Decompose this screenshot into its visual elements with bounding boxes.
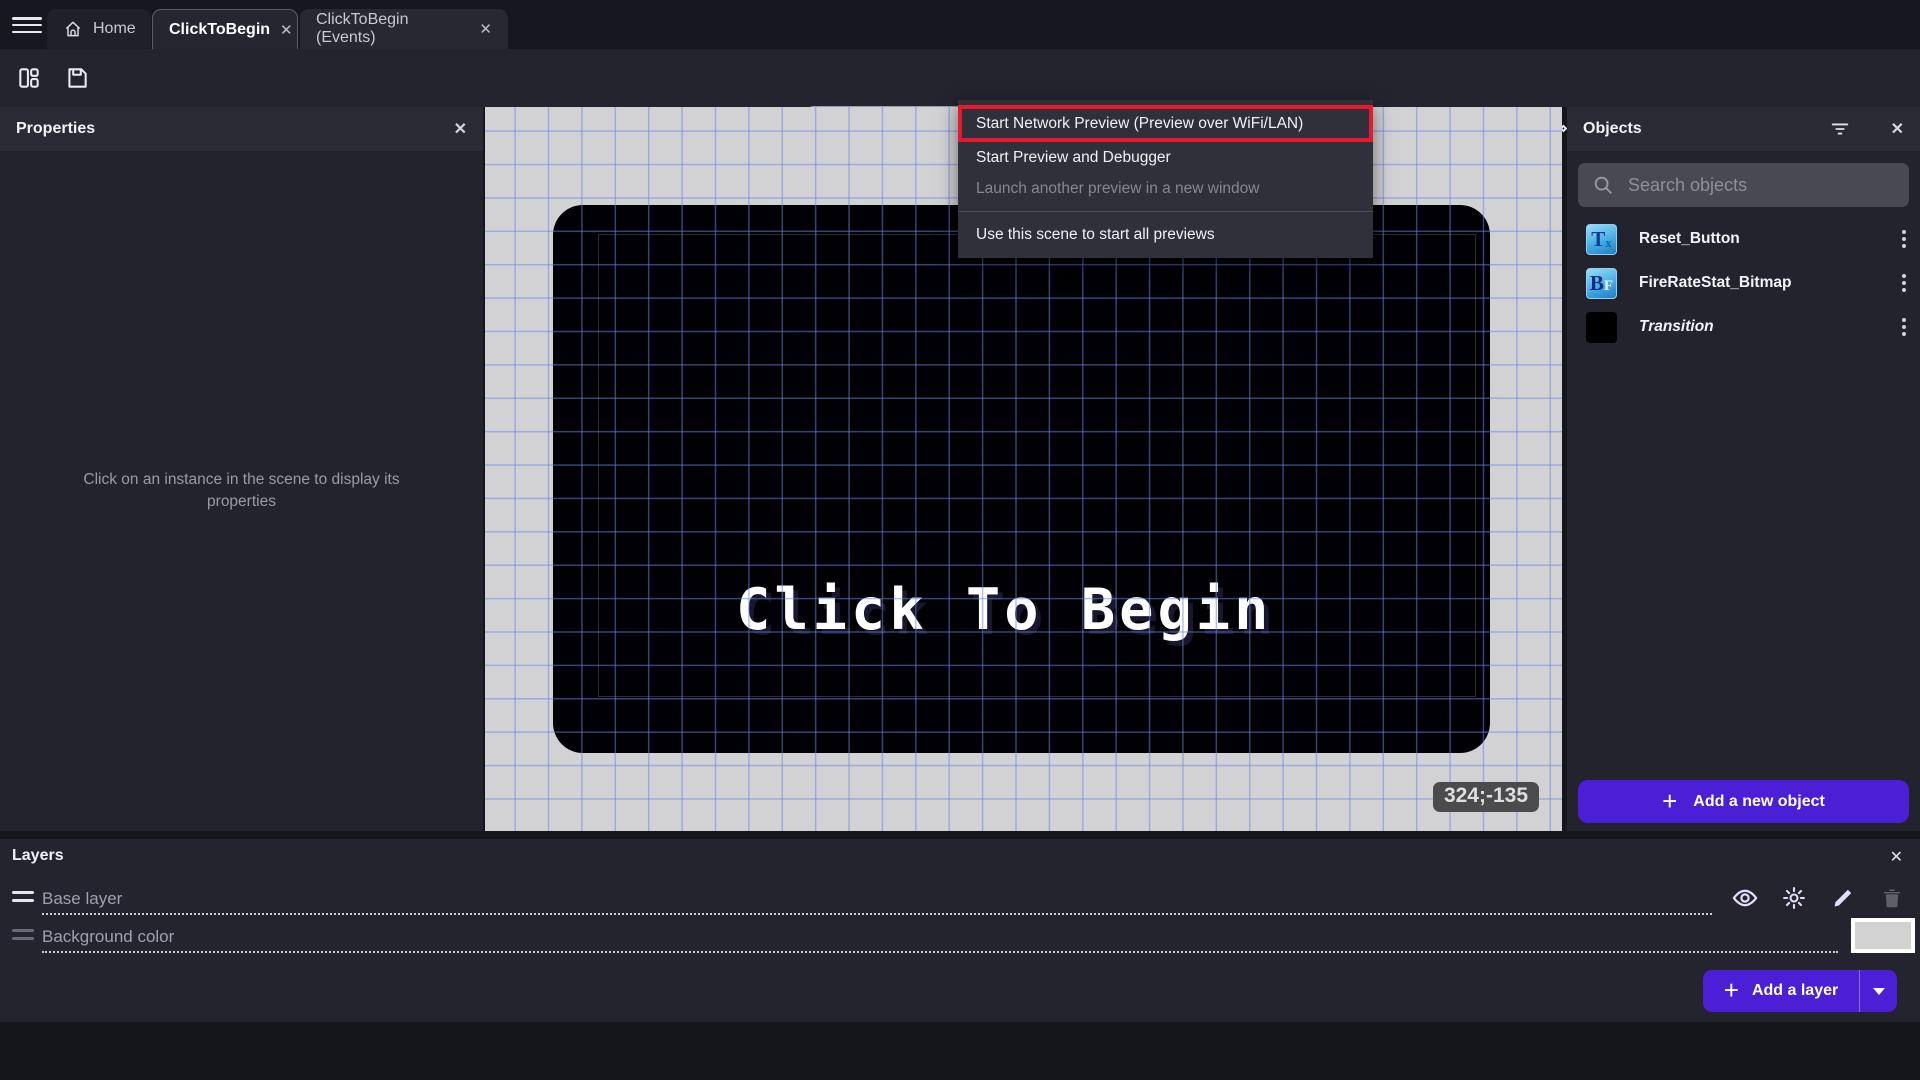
background-color-label[interactable]: Background color <box>42 927 174 947</box>
kebab-menu-icon[interactable] <box>1902 318 1906 336</box>
object-row-transition[interactable]: Transition <box>1567 305 1920 349</box>
add-new-object-button[interactable]: + Add a new object <box>1578 780 1909 823</box>
layers-title: Layers <box>12 847 64 864</box>
layer-row-background-color[interactable]: Background color <box>42 923 1838 953</box>
menu-item-start-network-preview[interactable]: Start Network Preview (Preview over WiFi… <box>958 105 1373 142</box>
add-object-label: Add a new object <box>1693 792 1825 810</box>
home-icon <box>63 19 83 39</box>
layers-panel: Layers ✕ Base layer Background color + A… <box>0 839 1920 1022</box>
menu-item-start-preview-debugger[interactable]: Start Preview and Debugger <box>958 142 1373 173</box>
menu-item-launch-another-preview: Launch another preview in a new window <box>976 179 1260 197</box>
window-background <box>0 1022 1920 1080</box>
filter-icon[interactable] <box>1825 114 1855 144</box>
objects-title: Objects <box>1583 120 1642 137</box>
object-name: Reset_Button <box>1639 230 1740 247</box>
object-name: Transition <box>1639 318 1714 335</box>
search-icon <box>1592 174 1614 196</box>
search-input[interactable] <box>1628 174 1895 196</box>
close-icon[interactable]: ✕ <box>1891 119 1904 139</box>
drag-handle-icon[interactable] <box>12 929 34 940</box>
layer-trash-icon[interactable] <box>1878 884 1906 912</box>
close-icon[interactable]: ✕ <box>1890 847 1903 867</box>
tab-label: ClickToBegin (Events) <box>316 11 409 46</box>
chevron-down-icon <box>1872 987 1885 995</box>
drag-handle-icon[interactable] <box>12 891 34 902</box>
layer-visibility-eye-icon[interactable] <box>1731 884 1759 912</box>
add-layer-button[interactable]: + Add a layer <box>1703 970 1897 1012</box>
add-layer-label: Add a layer <box>1751 982 1839 999</box>
tab-close-icon[interactable]: ✕ <box>479 20 492 38</box>
preview-dropdown-menu: Start Network Preview (Preview over WiFi… <box>958 100 1373 258</box>
layer-row-base[interactable]: Base layer <box>42 885 1712 915</box>
bitmap-text-object-icon: BF <box>1586 267 1617 299</box>
objects-panel: Objects ✕ Tx Reset_Button BF FireRateSta… <box>1567 107 1920 831</box>
sprite-object-icon <box>1586 311 1617 343</box>
layer-name[interactable]: Base layer <box>42 889 122 909</box>
tab-label: ClickToBegin <box>169 20 271 38</box>
tab-label: Home <box>93 20 136 37</box>
object-row-reset-button[interactable]: Tx Reset_Button <box>1567 217 1920 261</box>
background-color-swatch[interactable] <box>1851 918 1915 953</box>
properties-panel: Properties ✕ Click on an instance in the… <box>0 107 483 831</box>
object-row-fireratestat-bitmap[interactable]: BF FireRateStat_Bitmap <box>1567 261 1920 305</box>
properties-title: Properties <box>16 120 96 137</box>
layer-edit-pencil-icon[interactable] <box>1829 884 1857 912</box>
scene-title-text[interactable]: Click To Begin <box>736 577 1272 643</box>
layer-effects-icon[interactable] <box>1780 884 1808 912</box>
object-name: FireRateStat_Bitmap <box>1639 274 1792 291</box>
menu-item-use-scene-start-previews[interactable]: Use this scene to start all previews <box>958 219 1373 250</box>
project-manager-icon[interactable] <box>14 63 44 93</box>
menu-divider <box>958 211 1373 212</box>
game-scene-background[interactable]: Click To Begin <box>553 205 1490 753</box>
close-icon[interactable]: ✕ <box>454 119 467 139</box>
tab-clicktobegin-events[interactable]: ClickToBegin (Events) ✕ <box>300 9 508 49</box>
properties-empty-message: Click on an instance in the scene to dis… <box>83 470 400 510</box>
tab-home[interactable]: Home <box>47 9 151 49</box>
cursor-coordinates-badge: 324;-135 <box>1432 782 1539 812</box>
main-menu-icon[interactable] <box>12 17 42 34</box>
kebab-menu-icon[interactable] <box>1902 230 1906 248</box>
kebab-menu-icon[interactable] <box>1902 274 1906 292</box>
tab-bar: Home ClickToBegin ✕ ClickToBegin (Events… <box>0 0 1920 49</box>
add-layer-dropdown-toggle[interactable] <box>1859 970 1897 1012</box>
text-object-icon: Tx <box>1586 223 1617 255</box>
object-search-box[interactable] <box>1578 163 1909 207</box>
tab-close-icon[interactable]: ✕ <box>280 21 293 39</box>
save-icon[interactable] <box>62 63 92 93</box>
toolbar: Preview Publish <box>0 49 1920 145</box>
tab-clicktobegin[interactable]: ClickToBegin ✕ <box>152 9 298 49</box>
